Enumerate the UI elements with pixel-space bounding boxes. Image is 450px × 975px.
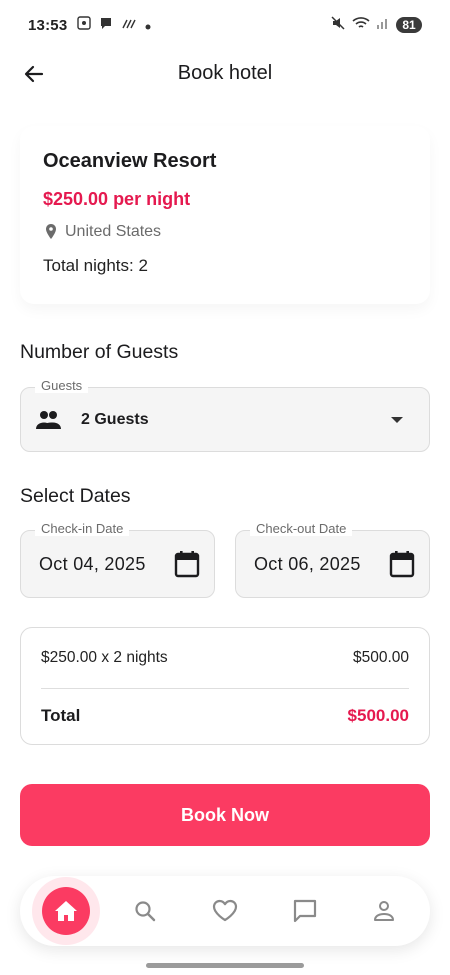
- calendar-icon[interactable]: [174, 550, 200, 578]
- checkin-field-label: Check-in Date: [35, 521, 130, 536]
- message-notification-icon: [99, 16, 113, 34]
- guests-section-title: Number of Guests: [20, 341, 179, 363]
- back-button[interactable]: [18, 58, 50, 90]
- checkout-field-label: Check-out Date: [250, 521, 353, 536]
- checkin-date-value: Oct 04, 2025: [39, 553, 146, 574]
- price-summary-card: $250.00 x 2 nights $500.00 Total $500.00: [20, 627, 430, 745]
- heart-icon: [212, 899, 238, 922]
- location-pin-icon: [46, 224, 56, 239]
- people-icon: [36, 410, 61, 429]
- page-title: Book hotel: [177, 61, 273, 84]
- screenshot-icon: [77, 16, 92, 34]
- total-label: Total: [41, 706, 81, 725]
- guests-dropdown[interactable]: Guests 2 Guests: [20, 378, 430, 452]
- hotel-price: $250.00 per night: [43, 189, 191, 209]
- dates-section-title: Select Dates: [20, 485, 131, 507]
- home-indicator: [146, 963, 304, 968]
- arrow-left-icon: [24, 65, 44, 83]
- total-nights: Total nights: 2: [43, 256, 148, 275]
- search-icon: [135, 901, 156, 922]
- home-icon: [54, 901, 77, 921]
- signal-slash-icon: [121, 16, 137, 34]
- total-amount: $500.00: [347, 706, 409, 725]
- summary-line-label: $250.00 x 2 nights: [41, 649, 168, 666]
- bottom-nav: [20, 876, 430, 946]
- guests-field-label: Guests: [35, 378, 89, 393]
- hotel-name: Oceanview Resort: [43, 150, 217, 172]
- location-text: United States: [65, 223, 162, 240]
- checkout-date-value: Oct 06, 2025: [254, 553, 361, 574]
- hotel-location: United States: [43, 223, 407, 241]
- calendar-icon[interactable]: [389, 550, 415, 578]
- book-now-button[interactable]: Book Now: [20, 784, 430, 846]
- chat-icon: [293, 899, 316, 923]
- nav-messages[interactable]: [275, 881, 335, 941]
- status-bar: 13:53 81: [0, 0, 450, 50]
- status-time: 13:53: [28, 16, 68, 34]
- summary-line-row: $250.00 x 2 nights $500.00: [41, 628, 409, 688]
- system-icons: 81: [330, 15, 422, 35]
- mute-icon: [330, 15, 346, 35]
- dropdown-caret-icon: [391, 416, 403, 423]
- app-bar: Book hotel: [0, 50, 450, 96]
- hotel-summary-card: Oceanview Resort $250.00 per night Unite…: [20, 126, 430, 304]
- profile-icon: [374, 901, 395, 921]
- nav-profile[interactable]: [354, 881, 414, 941]
- nav-home-active-bg: [41, 887, 90, 935]
- wifi-icon: [352, 16, 370, 34]
- nav-favorites[interactable]: [195, 881, 255, 941]
- guests-selected-value: 2 Guests: [81, 410, 149, 428]
- dot-icon: [145, 17, 151, 34]
- nav-home[interactable]: [36, 881, 96, 941]
- notification-icons: [77, 16, 151, 34]
- summary-line-amount: $500.00: [352, 649, 409, 666]
- nav-search[interactable]: [115, 881, 175, 941]
- summary-total-row: Total $500.00: [41, 689, 409, 743]
- battery-indicator: 81: [396, 17, 422, 33]
- checkin-date-field[interactable]: Check-in Date Oct 04, 2025: [20, 521, 215, 598]
- cell-signal-icon: [376, 16, 390, 34]
- checkout-date-field[interactable]: Check-out Date Oct 06, 2025: [235, 521, 430, 598]
